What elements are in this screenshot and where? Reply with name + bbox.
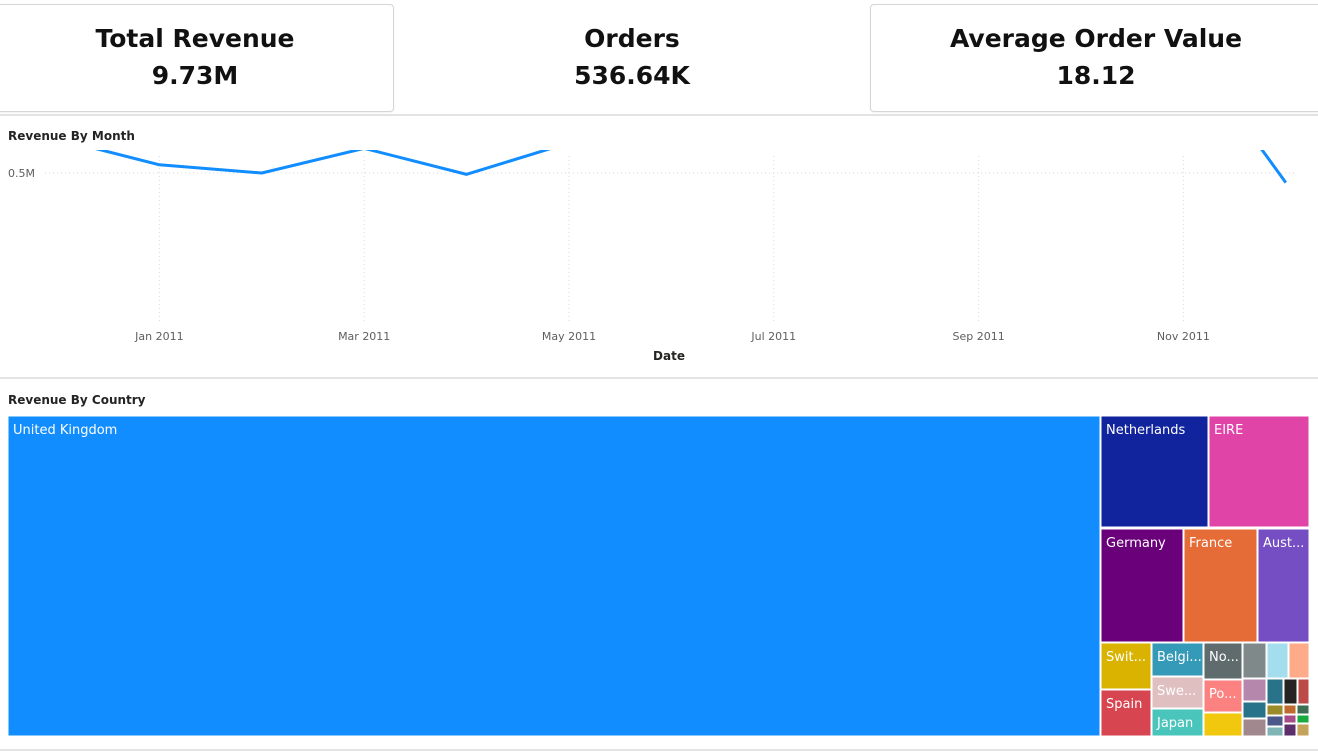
treemap-cell: [1242, 642, 1267, 679]
treemap-cell: [1288, 642, 1310, 679]
treemap-cell: [1203, 712, 1243, 737]
revenue-by-country-treemap[interactable]: United Kingdom Netherlands EIRE Germany Fran…: [0, 0, 1318, 752]
treemap-label: France: [1189, 536, 1232, 551]
treemap-cell: [1242, 718, 1267, 737]
treemap-label: Netherlands: [1106, 423, 1185, 438]
treemap-label: Germany: [1106, 536, 1166, 551]
treemap-label: Spain: [1106, 697, 1142, 712]
treemap-cell: [1283, 704, 1297, 715]
treemap-cell: [1266, 715, 1284, 727]
treemap-cell: [1283, 723, 1297, 737]
treemap-label: EIRE: [1214, 423, 1243, 438]
treemap-cell: [1266, 704, 1284, 716]
treemap-label: United Kingdom: [13, 423, 117, 438]
section-divider: [0, 749, 1318, 751]
treemap-label: Japan: [1156, 716, 1193, 731]
treemap-cell: [1296, 704, 1310, 715]
treemap-label: Po...: [1209, 687, 1237, 702]
treemap-cell: [1242, 701, 1267, 719]
treemap-label: No...: [1209, 650, 1239, 665]
treemap-label: Belgi...: [1157, 650, 1202, 665]
treemap-cell: [1283, 678, 1298, 705]
treemap-label: Swe...: [1157, 684, 1196, 699]
treemap-cell: [1283, 714, 1297, 724]
treemap-cell: [1266, 678, 1284, 705]
treemap-cell: [1242, 678, 1267, 702]
treemap-cell: [7, 415, 1101, 737]
treemap-label: Swit...: [1106, 650, 1146, 665]
treemap-label: Aust...: [1263, 536, 1304, 551]
treemap-cell: [1296, 723, 1310, 737]
treemap-cell: [1296, 714, 1310, 724]
treemap-cell: [1266, 642, 1289, 679]
treemap-cell: [1266, 726, 1284, 737]
treemap-cell: [1297, 678, 1310, 705]
